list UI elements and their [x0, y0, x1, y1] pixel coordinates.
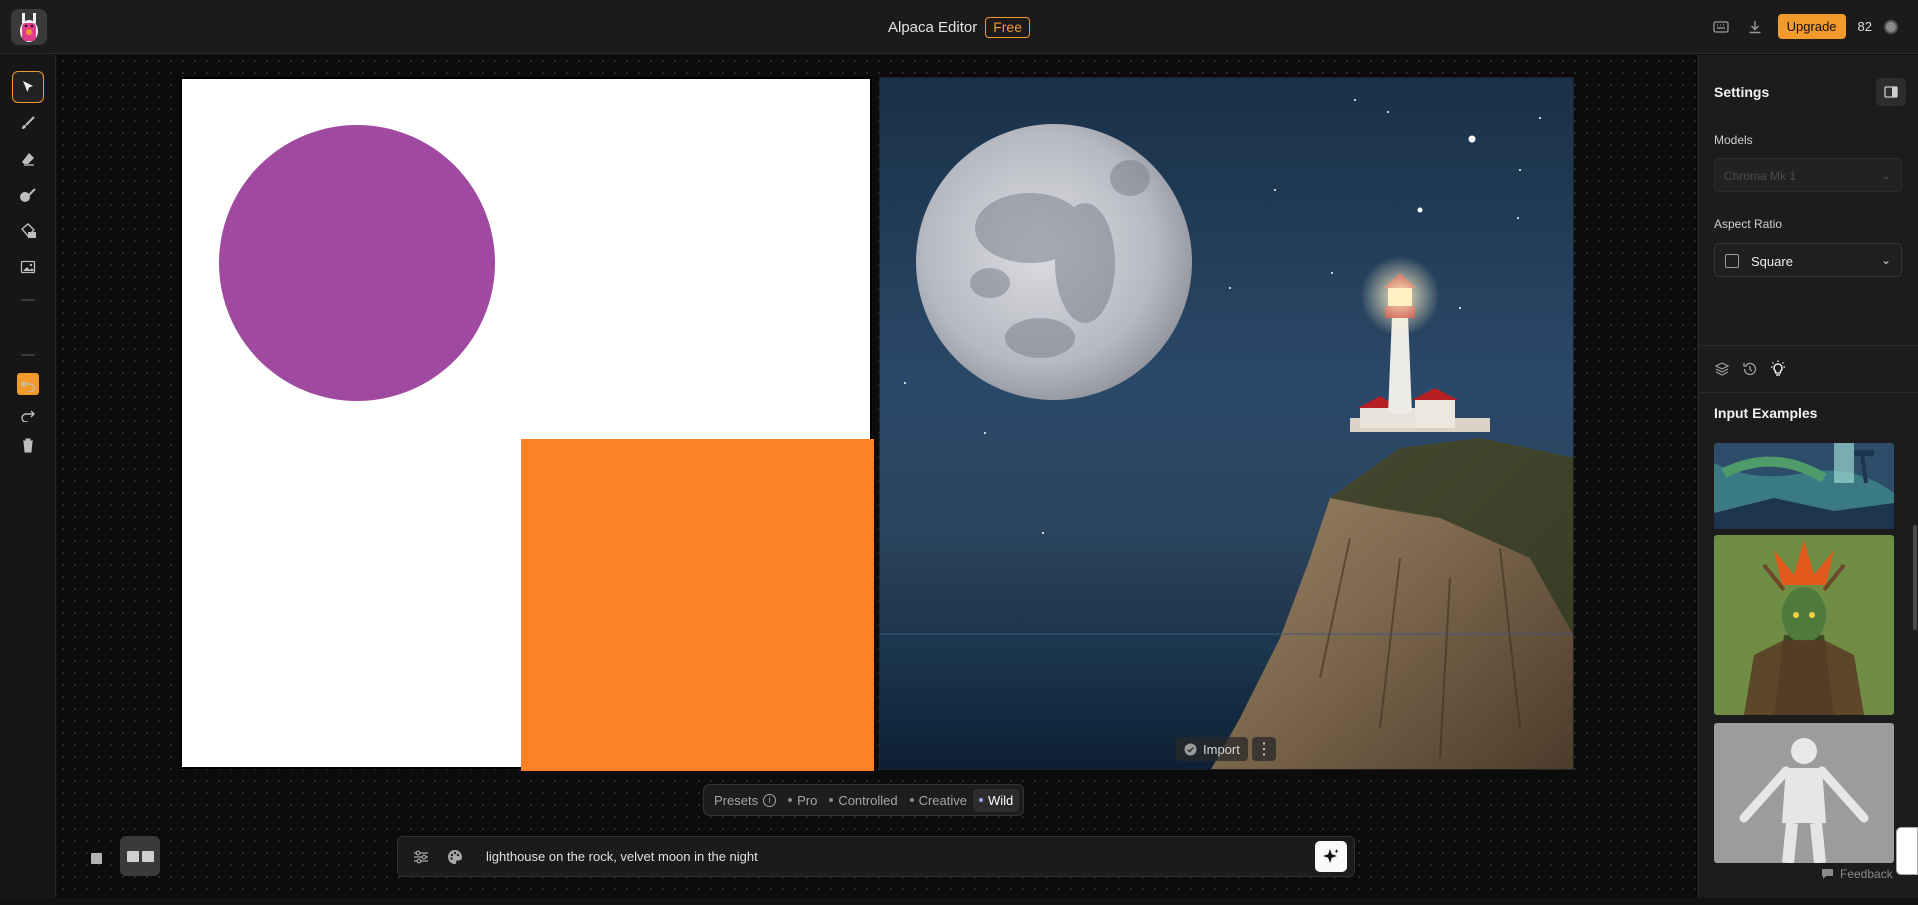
preset-creative[interactable]: Creative: [904, 789, 973, 812]
eraser-tool[interactable]: [12, 143, 44, 175]
feedback-label: Feedback: [1840, 867, 1893, 881]
aspect-ratio-label: Aspect Ratio: [1714, 217, 1783, 231]
panel-toggle-icon[interactable]: [1876, 78, 1906, 106]
split-view-icon-right: [141, 850, 154, 862]
chat-icon: [1822, 869, 1833, 879]
upgrade-button[interactable]: Upgrade: [1777, 14, 1846, 39]
redo-icon[interactable]: [12, 399, 44, 431]
preset-label: Creative: [918, 792, 967, 808]
more-options-icon[interactable]: ⋮: [1252, 737, 1276, 761]
preset-wild[interactable]: Wild: [973, 788, 1020, 812]
side-drawer-handle[interactable]: [1896, 827, 1918, 875]
preset-dot: [829, 798, 834, 802]
left-toolbar: [0, 55, 56, 898]
settings-panel: Settings Models Chroma Mk 1 ⌄ Aspect Rat…: [1698, 55, 1918, 898]
orange-rectangle-shape[interactable]: [521, 439, 874, 771]
aspect-ratio-value: Square: [1751, 254, 1793, 269]
credits-coin-icon: [1884, 19, 1898, 34]
delete-icon[interactable]: [12, 429, 44, 461]
info-icon[interactable]: i: [763, 793, 777, 807]
preset-dot: [909, 798, 914, 802]
example-thumbnail[interactable]: [1714, 443, 1894, 533]
models-label: Models: [1714, 133, 1753, 147]
example-thumbnail[interactable]: [1714, 723, 1894, 863]
toolbar-divider: [21, 299, 35, 301]
check-circle-icon: [1184, 743, 1197, 755]
panel-divider: [1699, 392, 1918, 393]
settings-title: Settings: [1714, 84, 1770, 100]
lightbulb-icon[interactable]: [1769, 360, 1787, 378]
presets-label-text: Presets: [714, 792, 759, 808]
chevron-down-icon: ⌄: [1881, 170, 1891, 182]
layers-icon[interactable]: [1713, 360, 1731, 378]
sliders-icon[interactable]: [410, 846, 432, 868]
credits-count: 82: [1857, 19, 1872, 34]
image-tool[interactable]: [12, 251, 44, 283]
input-examples-title: Input Examples: [1714, 405, 1818, 421]
palette-icon[interactable]: [444, 846, 466, 868]
sparkle-icon: [1323, 848, 1339, 863]
toolbar-divider: [21, 354, 35, 356]
model-select[interactable]: Chroma Mk 1 ⌄: [1714, 158, 1902, 192]
fill-tool[interactable]: [12, 215, 44, 247]
preset-dot: [788, 798, 793, 802]
keyboard-icon[interactable]: [1710, 16, 1732, 38]
select-tool[interactable]: [12, 71, 44, 103]
example-thumbnail[interactable]: [1714, 535, 1894, 715]
split-view-icon-left: [126, 850, 139, 862]
scrollbar-thumb[interactable]: [1913, 525, 1917, 630]
plan-badge[interactable]: Free: [985, 17, 1030, 38]
input-examples-list: [1714, 443, 1896, 905]
single-view-icon: [90, 852, 102, 864]
generate-button[interactable]: [1315, 841, 1347, 872]
prompt-bar: lighthouse on the rock, velvet moon in t…: [397, 836, 1355, 877]
split-view-button[interactable]: [120, 836, 160, 876]
brush-tool[interactable]: [12, 107, 44, 139]
preset-dot: [979, 798, 983, 802]
preset-pro[interactable]: Pro: [782, 789, 823, 812]
feedback-button[interactable]: Feedback: [1821, 867, 1893, 881]
presets-label: Presets i: [708, 789, 782, 812]
single-view-button[interactable]: [80, 842, 112, 874]
app-title: Alpaca Editor: [887, 19, 978, 36]
model-select-value: Chroma Mk 1: [1724, 169, 1797, 183]
chevron-down-icon: ⌄: [1880, 253, 1891, 267]
purple-circle-shape[interactable]: [219, 125, 495, 401]
square-icon: [1725, 254, 1739, 268]
preset-label: Wild: [988, 792, 1014, 808]
panel-tabs: [1713, 360, 1787, 378]
app-title-wrap: Alpaca Editor Free: [0, 17, 1918, 38]
undo-icon[interactable]: [12, 369, 44, 401]
input-canvas[interactable]: [180, 77, 874, 771]
aspect-ratio-select[interactable]: Square ⌄: [1714, 243, 1902, 277]
generated-image[interactable]: [879, 77, 1574, 770]
import-label: Import: [1203, 741, 1240, 757]
top-right-actions: Upgrade 82: [1710, 14, 1898, 39]
top-bar: Alpaca Editor Free Upgrade 82: [0, 0, 1918, 54]
import-button[interactable]: Import: [1176, 737, 1248, 761]
preset-label: Pro: [797, 792, 818, 808]
download-icon[interactable]: [1744, 16, 1766, 38]
panel-divider: [1699, 345, 1918, 346]
history-icon[interactable]: [1741, 360, 1759, 378]
inpaint-tool[interactable]: [12, 179, 44, 211]
preset-label: Controlled: [838, 792, 898, 808]
presets-bar: Presets i Pro Controlled Creative Wild: [703, 784, 1025, 816]
preset-controlled[interactable]: Controlled: [823, 789, 903, 812]
prompt-input[interactable]: lighthouse on the rock, velvet moon in t…: [486, 849, 758, 864]
